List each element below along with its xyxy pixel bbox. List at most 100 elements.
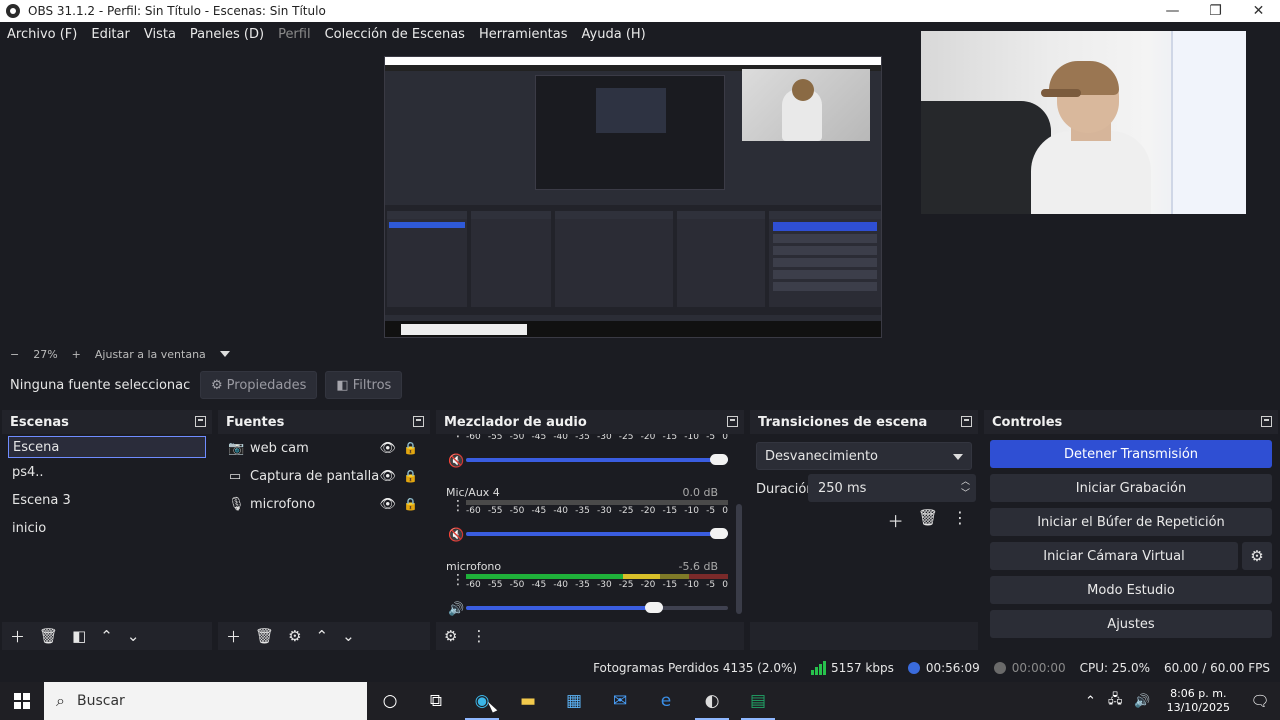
cortana-icon[interactable]: ○ <box>367 682 413 720</box>
undock-icon[interactable] <box>1261 416 1272 427</box>
controls-dock: Controles Detener Transmisión Iniciar Gr… <box>984 410 1278 650</box>
volume-slider[interactable] <box>466 528 728 539</box>
zoom-in-button[interactable]: + <box>72 348 81 361</box>
scene-item[interactable]: inicio <box>2 514 212 542</box>
properties-button[interactable]: ⚙ Propiedades <box>200 371 318 399</box>
menu-perfil[interactable]: Perfil <box>278 27 311 42</box>
volume-icon[interactable]: 🔊 <box>1134 694 1150 709</box>
sources-dock: Fuentes 📷 web cam 👁 🔒 ▭ Captura de panta… <box>218 410 430 650</box>
start-replay-buffer-button[interactable]: Iniciar el Búfer de Repetición <box>990 508 1272 536</box>
undock-icon[interactable] <box>961 416 972 427</box>
advanced-audio-icon[interactable]: ⚙ <box>444 627 457 645</box>
duration-spinbox[interactable]: 250 ms ︿ ﹀ <box>808 474 976 502</box>
gear-icon[interactable]: ⚙ <box>288 627 301 645</box>
scenes-list: Escena ps4.. Escena 3 inicio <box>2 434 212 622</box>
task-view-icon[interactable]: ⧉ <box>413 682 459 720</box>
webcam-source <box>921 31 1246 214</box>
zoom-dropdown-icon[interactable] <box>219 351 230 357</box>
studio-mode-button[interactable]: Modo Estudio <box>990 576 1272 604</box>
trash-icon[interactable]: 🗑 <box>918 508 938 532</box>
source-item-webcam[interactable]: 📷 web cam 👁 🔒 <box>218 434 430 462</box>
chevron-up-icon[interactable]: ⌃ <box>1085 694 1096 709</box>
scale-tick: -50 <box>509 506 525 516</box>
trash-icon[interactable]: 🗑 <box>255 627 274 645</box>
minimize-button[interactable]: — <box>1151 0 1194 22</box>
menu-coleccion-escenas[interactable]: Colección de Escenas <box>325 27 465 42</box>
lock-icon[interactable]: 🔒 <box>403 497 418 511</box>
settings-button[interactable]: Ajustes <box>990 610 1272 638</box>
lock-icon[interactable]: 🔒 <box>403 441 418 455</box>
start-recording-button[interactable]: Iniciar Grabación <box>990 474 1272 502</box>
volume-knob[interactable] <box>644 602 663 613</box>
taskbar-search[interactable]: ⌕ Buscar <box>44 682 367 720</box>
stop-streaming-button[interactable]: Detener Transmisión <box>990 440 1272 468</box>
undock-icon[interactable] <box>727 416 738 427</box>
add-source-icon[interactable]: ＋ <box>226 626 241 647</box>
volume-knob[interactable] <box>710 454 728 465</box>
eye-icon[interactable]: 👁 <box>379 497 396 512</box>
start-button[interactable] <box>0 682 44 720</box>
move-down-icon[interactable]: ⌄ <box>342 627 355 645</box>
menu-vista[interactable]: Vista <box>144 27 176 42</box>
close-button[interactable]: ✕ <box>1237 0 1280 22</box>
file-explorer-icon[interactable]: ▬ <box>505 682 551 720</box>
menu-paneles[interactable]: Paneles (D) <box>190 27 264 42</box>
scene-filters-icon[interactable]: ◧ <box>72 627 86 645</box>
spin-arrows-icon[interactable]: ︿ ﹀ <box>961 476 970 500</box>
scene-item[interactable]: Escena 3 <box>2 486 212 514</box>
zoom-out-button[interactable]: − <box>10 348 19 361</box>
move-up-icon[interactable]: ⌃ <box>316 627 329 645</box>
eye-icon[interactable]: 👁 <box>379 441 396 456</box>
volume-slider[interactable] <box>466 602 728 613</box>
fit-window-label[interactable]: Ajustar a la ventana <box>95 348 206 361</box>
fps-readout: 60.00 / 60.00 FPS <box>1164 661 1270 675</box>
more-options-icon[interactable]: ⋮ <box>471 627 486 645</box>
scale-tick: -20 <box>640 434 656 442</box>
trash-icon[interactable]: 🗑 <box>39 627 58 645</box>
muted-speaker-icon[interactable]: 🔇 <box>448 454 464 469</box>
menu-archivo[interactable]: Archivo (F) <box>7 27 77 42</box>
scale-tick: -35 <box>575 506 590 516</box>
network-icon[interactable]: 🖧 <box>1108 690 1123 712</box>
mail-icon[interactable]: ✉ <box>597 682 643 720</box>
speaker-icon[interactable]: 🔊 <box>448 602 464 617</box>
gear-icon[interactable]: ⚙ <box>1242 542 1272 570</box>
mixer-scrollbar[interactable] <box>736 434 742 622</box>
undock-icon[interactable] <box>195 416 206 427</box>
edge-icon[interactable]: ◉ <box>459 682 505 720</box>
channel-menu-icon[interactable]: ⋮ <box>451 499 465 513</box>
lock-icon[interactable]: 🔒 <box>403 469 418 483</box>
sheets-icon[interactable]: ▤ <box>735 682 781 720</box>
move-down-icon[interactable]: ⌄ <box>127 627 140 645</box>
volume-slider[interactable] <box>466 454 728 465</box>
notifications-icon[interactable]: 🗨 <box>1240 692 1280 710</box>
menu-ayuda[interactable]: Ayuda (H) <box>582 27 646 42</box>
source-item-mic[interactable]: 🎙 microfono 👁 🔒 <box>218 490 430 518</box>
clock[interactable]: 8:06 p. m. 13/10/2025 <box>1167 687 1230 715</box>
scene-item[interactable]: ps4.. <box>2 458 212 486</box>
channel-menu-icon[interactable]: ⋮ <box>451 434 465 439</box>
scale-tick: -5 <box>706 580 716 590</box>
obs-taskbar-icon[interactable]: ◐ <box>689 682 735 720</box>
menu-editar[interactable]: Editar <box>91 27 130 42</box>
level-meter <box>466 574 728 579</box>
store-icon[interactable]: ▦ <box>551 682 597 720</box>
add-scene-icon[interactable]: ＋ <box>10 626 25 647</box>
menu-herramientas[interactable]: Herramientas <box>479 27 568 42</box>
undock-icon[interactable] <box>413 416 424 427</box>
edge-legacy-icon[interactable]: e <box>643 682 689 720</box>
scene-item[interactable]: Escena <box>8 436 206 458</box>
move-up-icon[interactable]: ⌃ <box>100 627 113 645</box>
add-transition-icon[interactable]: ＋ <box>888 508 904 532</box>
volume-knob[interactable] <box>710 528 728 539</box>
scale-tick: -50 <box>509 580 525 590</box>
eye-icon[interactable]: 👁 <box>379 469 396 484</box>
filters-button[interactable]: ◧ Filtros <box>325 371 403 399</box>
channel-menu-icon[interactable]: ⋮ <box>451 573 465 587</box>
muted-speaker-icon[interactable]: 🔇 <box>448 528 464 543</box>
start-virtual-camera-button[interactable]: Iniciar Cámara Virtual <box>990 542 1238 570</box>
transition-select[interactable]: Desvanecimiento <box>756 442 972 470</box>
more-options-icon[interactable]: ⋮ <box>952 508 968 532</box>
restore-button[interactable]: ❐ <box>1194 0 1237 22</box>
source-item-screen[interactable]: ▭ Captura de pantalla 👁 🔒 <box>218 462 430 490</box>
